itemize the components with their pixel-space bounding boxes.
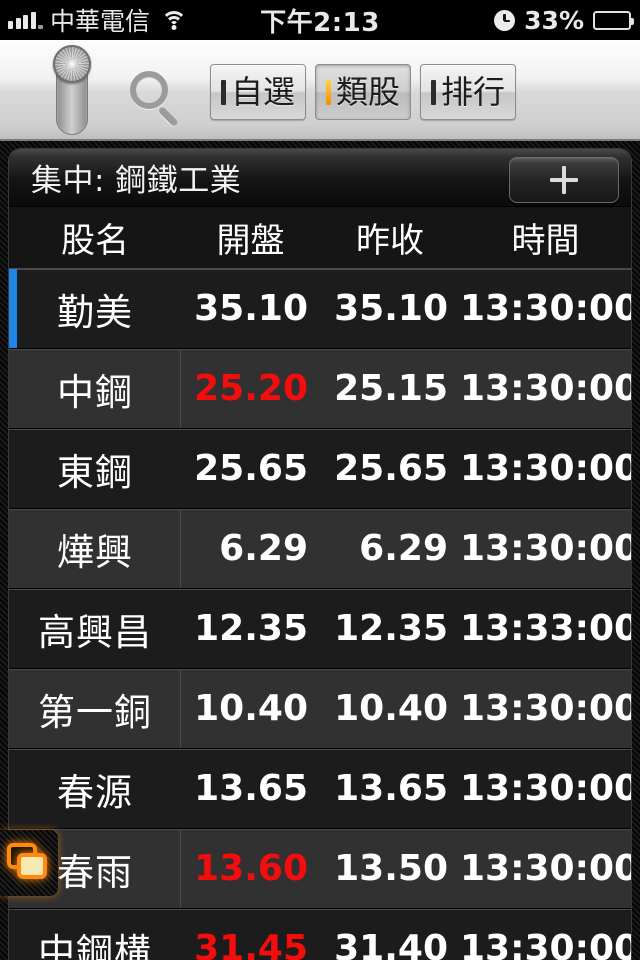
cell-time: 13:30:00 (460, 368, 631, 409)
cell-time: 13:30:00 (460, 688, 631, 729)
cell-prev-close: 31.40 (334, 928, 448, 960)
column-header-prev-close[interactable]: 昨收 (320, 213, 460, 262)
table-row[interactable]: 勤美 35.10 35.10 13:30:00 (9, 269, 631, 349)
battery-percent-label: 33% (524, 5, 584, 35)
tab-sectors[interactable]: 類股 (315, 64, 411, 120)
row-selected-indicator (9, 269, 17, 348)
cell-open-price: 25.20 (194, 368, 308, 409)
table-header-row: 股名 開盤 昨收 時間 (9, 207, 631, 269)
cell-prev-close: 13.65 (334, 768, 448, 809)
multi-window-icon[interactable] (0, 830, 58, 896)
battery-icon (593, 10, 634, 30)
cell-stock-name: 高興昌 (38, 610, 152, 654)
column-header-name[interactable]: 股名 (9, 213, 181, 262)
cell-open-price: 12.35 (194, 608, 308, 649)
panel-title-bar: 集中: 鋼鐵工業 (9, 149, 631, 207)
cell-time: 13:30:00 (460, 288, 631, 329)
table-row[interactable]: 中鋼 25.20 25.15 13:30:00 (9, 349, 631, 429)
status-bar-right: 33% (494, 6, 640, 35)
cell-prev-close: 13.50 (334, 848, 448, 889)
segmented-control: 自選 類股 排行 (210, 64, 516, 120)
tab-ranking-label: 排行 (440, 73, 505, 111)
tab-sectors-label: 類股 (335, 73, 400, 111)
tab-indicator-bar (220, 79, 226, 105)
cell-stock-name: 中鋼構 (38, 930, 152, 960)
tab-watchlist-label: 自選 (230, 73, 295, 111)
cell-stock-name: 燁興 (57, 530, 133, 574)
table-row[interactable]: 東鋼 25.65 25.65 13:30:00 (9, 429, 631, 509)
plus-icon (548, 164, 580, 196)
cell-prev-close: 25.65 (334, 448, 448, 489)
column-header-open[interactable]: 開盤 (181, 213, 320, 262)
cell-stock-name: 勤美 (57, 290, 133, 334)
cell-open-price: 35.10 (194, 288, 308, 329)
table-row[interactable]: 第一銅 10.40 10.40 13:30:00 (9, 669, 631, 749)
stock-table-body: 勤美 35.10 35.10 13:30:00 中鋼 25.20 25.15 13:30:00… (9, 269, 631, 960)
vertical-slider[interactable] (52, 45, 92, 137)
multi-window-glyph (7, 843, 51, 883)
table-row[interactable]: 春雨 13.60 13.50 13:30:00 (9, 829, 631, 909)
cell-open-price: 6.29 (219, 528, 308, 569)
cell-prev-close: 12.35 (334, 608, 448, 649)
cell-time: 13:30:00 (460, 848, 631, 889)
cell-stock-name: 春源 (57, 770, 133, 814)
tab-indicator-bar (430, 79, 436, 105)
column-header-time[interactable]: 時間 (460, 213, 631, 262)
tab-indicator-bar-active (325, 79, 331, 105)
clock-icon (494, 9, 516, 31)
cell-time: 13:30:00 (460, 928, 631, 960)
cell-stock-name: 中鋼 (57, 370, 133, 414)
cell-prev-close: 6.29 (359, 528, 448, 569)
cell-time: 13:33:00 (460, 608, 631, 649)
table-row[interactable]: 中鋼構 31.45 31.40 13:30:00 (9, 909, 631, 960)
cell-stock-name: 第一銅 (38, 690, 152, 734)
app-toolbar: 自選 類股 排行 (0, 40, 640, 141)
search-icon[interactable] (126, 69, 188, 131)
cell-open-price: 10.40 (194, 688, 308, 729)
cell-prev-close: 35.10 (334, 288, 448, 329)
cell-open-price: 31.45 (194, 928, 308, 960)
table-row[interactable]: 燁興 6.29 6.29 13:30:00 (9, 509, 631, 589)
cell-prev-close: 25.15 (334, 368, 448, 409)
table-row[interactable]: 高興昌 12.35 12.35 13:33:00 (9, 589, 631, 669)
table-row[interactable]: 春源 13.65 13.65 13:30:00 (9, 749, 631, 829)
add-button[interactable] (509, 157, 619, 203)
cell-stock-name: 東鋼 (57, 450, 133, 494)
cell-open-price: 13.60 (194, 848, 308, 889)
slider-knob[interactable] (53, 45, 91, 83)
search-icon-handle (157, 106, 179, 128)
cell-open-price: 25.65 (194, 448, 308, 489)
stock-list-panel: 集中: 鋼鐵工業 股名 開盤 昨收 時間 勤美 35.10 35.10 13:30:0… (9, 149, 631, 960)
cell-time: 13:30:00 (460, 448, 631, 489)
page-title: 集中: 鋼鐵工業 (31, 163, 242, 199)
tab-watchlist[interactable]: 自選 (210, 64, 306, 120)
cell-time: 13:30:00 (460, 528, 631, 569)
status-bar: 中華電信 下午2:13 33% (0, 0, 640, 40)
cell-time: 13:30:00 (460, 768, 631, 809)
cell-prev-close: 10.40 (334, 688, 448, 729)
cell-open-price: 13.65 (194, 768, 308, 809)
search-icon-ring (130, 71, 168, 109)
tab-ranking[interactable]: 排行 (420, 64, 516, 120)
